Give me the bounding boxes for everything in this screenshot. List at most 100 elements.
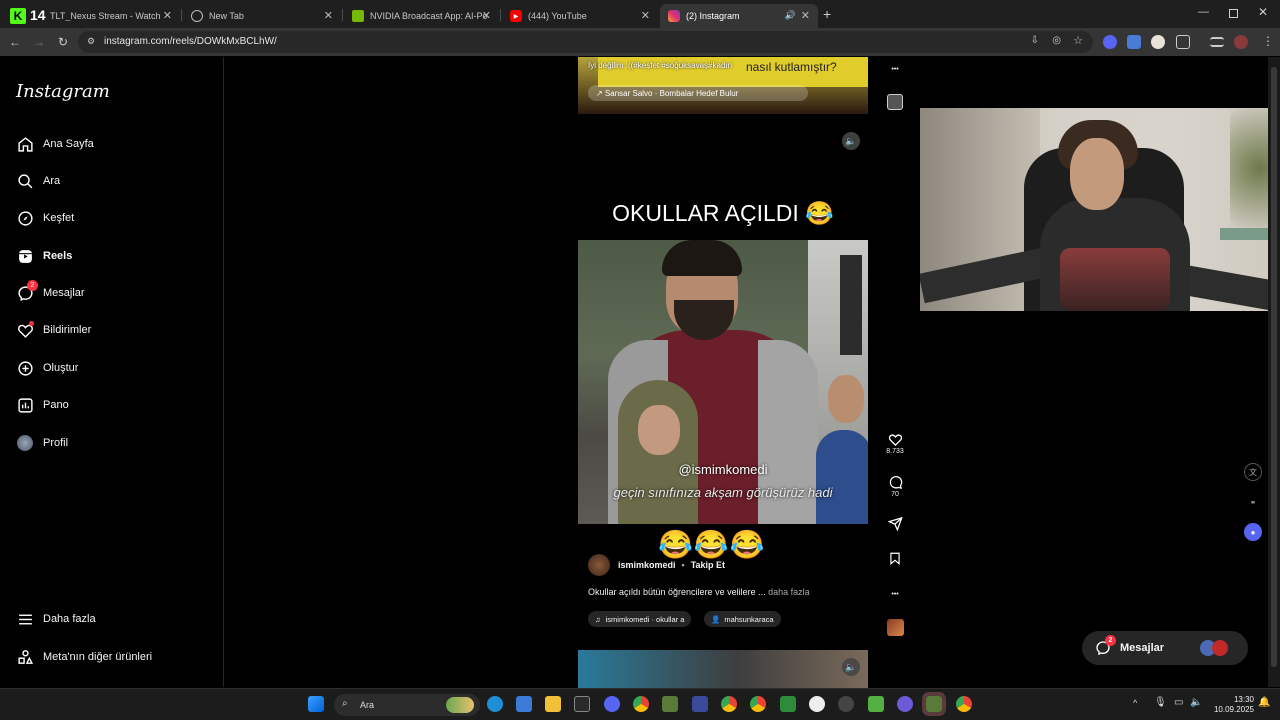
network-icon[interactable]: ▭ (1174, 697, 1183, 708)
sidebar-item-create[interactable]: Oluştur (16, 356, 78, 380)
reload-icon[interactable]: ↻ (54, 33, 72, 51)
chevron-up-icon[interactable]: ^ (1133, 698, 1137, 708)
sidebar-more-button[interactable]: Daha fazla (16, 607, 96, 631)
edge-icon[interactable] (487, 696, 503, 712)
like-button[interactable]: 8.733 (884, 430, 906, 455)
sidebar-item-search[interactable]: Ara (16, 169, 60, 193)
address-bar[interactable]: ⚙ instagram.com/reels/DOWkMxBCLhW/ ⇩ ◎ ☆ (78, 31, 1093, 53)
sidebar-item-label: Ana Sayfa (43, 138, 94, 150)
comment-button[interactable]: 70 (884, 473, 906, 498)
notification-center-icon[interactable]: 🔔 (1258, 697, 1270, 708)
back-icon[interactable]: ← (6, 33, 24, 51)
minecraft-icon[interactable] (662, 696, 678, 712)
discord-icon[interactable] (604, 696, 620, 712)
sidebar-item-home[interactable]: Ana Sayfa (16, 132, 94, 156)
reading-list-icon[interactable] (1210, 37, 1224, 47)
messages-floating-button[interactable]: 2 Mesajlar (1082, 631, 1248, 665)
install-app-icon[interactable]: ⇩ (1031, 35, 1039, 46)
sidebar-meta-products[interactable]: Meta'nın diğer ürünleri (16, 645, 152, 669)
windows-start-icon[interactable] (308, 696, 324, 712)
forward-icon[interactable]: → (30, 33, 48, 51)
prev-reel-more-button[interactable]: ••• (884, 60, 906, 78)
tab-new-tab[interactable]: New Tab ✕ (183, 4, 341, 28)
close-icon[interactable]: ✕ (801, 9, 810, 22)
app-icon[interactable] (838, 696, 854, 712)
sidebar-item-label: Oluştur (43, 362, 79, 374)
sidebar-item-reels[interactable]: Reels (16, 244, 72, 268)
app-icon[interactable] (692, 696, 708, 712)
volume-icon[interactable]: 🔈 (1190, 697, 1202, 708)
chrome-icon[interactable] (750, 696, 766, 712)
discord-extension-icon[interactable] (1103, 35, 1117, 49)
more-horizontal-icon: ••• (891, 65, 899, 73)
chrome-icon[interactable] (721, 696, 737, 712)
next-reel[interactable]: 🔈 (578, 650, 868, 688)
puzzle-icon[interactable] (1176, 35, 1190, 49)
audio-thumbnail-button[interactable] (884, 619, 906, 636)
sidebar-item-messages[interactable]: 2 Mesajlar (16, 280, 85, 305)
previous-reel[interactable]: İyi değilim :((#keşfet #soğuksavaş#kadın… (578, 57, 868, 114)
author-username[interactable]: ismimkomedi (618, 560, 676, 570)
extension-icon[interactable] (1151, 35, 1165, 49)
restore-icon[interactable] (1229, 9, 1238, 18)
microphone-icon[interactable]: 🎙 (1154, 697, 1167, 708)
mute-button[interactable]: 🔈 (842, 658, 860, 676)
app-icon[interactable] (897, 696, 913, 712)
sidebar-item-dashboard[interactable]: Pano (16, 393, 69, 417)
bookmark-star-icon[interactable]: ☆ (1073, 34, 1083, 47)
tab-label: (444) YouTube (528, 11, 587, 21)
prev-reel-audio-thumbnail[interactable] (884, 94, 906, 110)
file-explorer-icon[interactable] (545, 696, 561, 712)
close-icon[interactable]: ✕ (641, 9, 650, 22)
tab-nvidia[interactable]: NVIDIA Broadcast App: AI-Pow ✕ (344, 4, 499, 28)
profile-avatar-icon[interactable] (1234, 35, 1248, 49)
tagged-user-chip[interactable]: 👤 mahsunkaraca (704, 611, 781, 627)
reels-icon (16, 247, 34, 265)
reel-caption: İyi değilim :((#keşfet #soğuksavaş#kadın (588, 61, 733, 70)
more-options-button[interactable]: ••• (884, 585, 906, 603)
terminal-icon[interactable] (574, 696, 590, 712)
instagram-logo[interactable]: Instagram (16, 81, 110, 102)
translate-icon[interactable]: 文 (1244, 463, 1262, 481)
site-info-icon[interactable]: ⚙ (87, 36, 95, 47)
share-button[interactable] (884, 514, 906, 532)
tab-youtube[interactable]: ▶ (444) YouTube ✕ (502, 4, 658, 28)
mute-button[interactable]: 🔈 (842, 132, 860, 150)
scrollbar-thumb[interactable] (1271, 67, 1277, 667)
page-scrollbar[interactable] (1268, 57, 1280, 687)
eye-off-icon[interactable]: ◎ (1052, 35, 1061, 46)
window-close-icon[interactable]: ✕ (1258, 5, 1268, 19)
reel-video[interactable]: @ismimkomedi geçin sınıfınıza akşam görü… (578, 240, 868, 524)
reel-music-label[interactable]: ↗ Sansar Salvo · Bombalar Hedef Bulur (588, 85, 808, 101)
extension-icon[interactable] (1127, 35, 1141, 49)
follow-button[interactable]: Takip Et (691, 560, 725, 570)
minimize-icon[interactable]: — (1198, 6, 1209, 18)
chrome-icon[interactable] (633, 696, 649, 712)
sidebar-item-profile[interactable]: Profil (16, 431, 68, 455)
kick-app-icon[interactable] (780, 696, 796, 712)
save-button[interactable] (884, 549, 906, 567)
close-icon[interactable]: ✕ (163, 9, 172, 22)
obs-icon[interactable] (809, 696, 825, 712)
more-link[interactable]: daha fazla (768, 587, 810, 597)
sidebar-item-notifications[interactable]: Bildirimler (16, 318, 91, 342)
close-icon[interactable]: ✕ (482, 9, 491, 22)
menu-dots-icon[interactable]: ⋮ (1262, 34, 1274, 48)
current-reel[interactable]: 🔈 OKULLAR AÇILDI 😂 @ismimkomedi geçin sı… (578, 114, 868, 644)
notepad-icon[interactable] (516, 696, 532, 712)
audio-chip[interactable]: ♫ ismimkomedi · okullar a (588, 611, 692, 627)
speaker-icon[interactable]: 🔊 (785, 10, 796, 21)
taskbar-search[interactable]: ⌕ Ara (334, 694, 480, 716)
chrome-icon[interactable] (956, 696, 972, 712)
new-tab-icon[interactable]: + (823, 6, 831, 22)
sidebar-item-explore[interactable]: Keşfet (16, 206, 74, 230)
tab-instagram[interactable]: (2) Instagram 🔊 ✕ (660, 4, 818, 28)
minecraft-active-icon[interactable] (922, 692, 946, 716)
extension-float-icon[interactable]: ⚭ (1244, 493, 1262, 511)
xbox-icon[interactable] (868, 696, 884, 712)
author-avatar[interactable] (588, 554, 610, 576)
tab-kick-stream[interactable]: K 14 TLT_Nexus Stream - Watch Li ✕ (2, 4, 180, 28)
close-icon[interactable]: ✕ (324, 9, 333, 22)
taskbar-clock[interactable]: 13:30 10.09.2025 (1206, 695, 1254, 715)
discord-float-icon[interactable]: ● (1244, 523, 1262, 541)
